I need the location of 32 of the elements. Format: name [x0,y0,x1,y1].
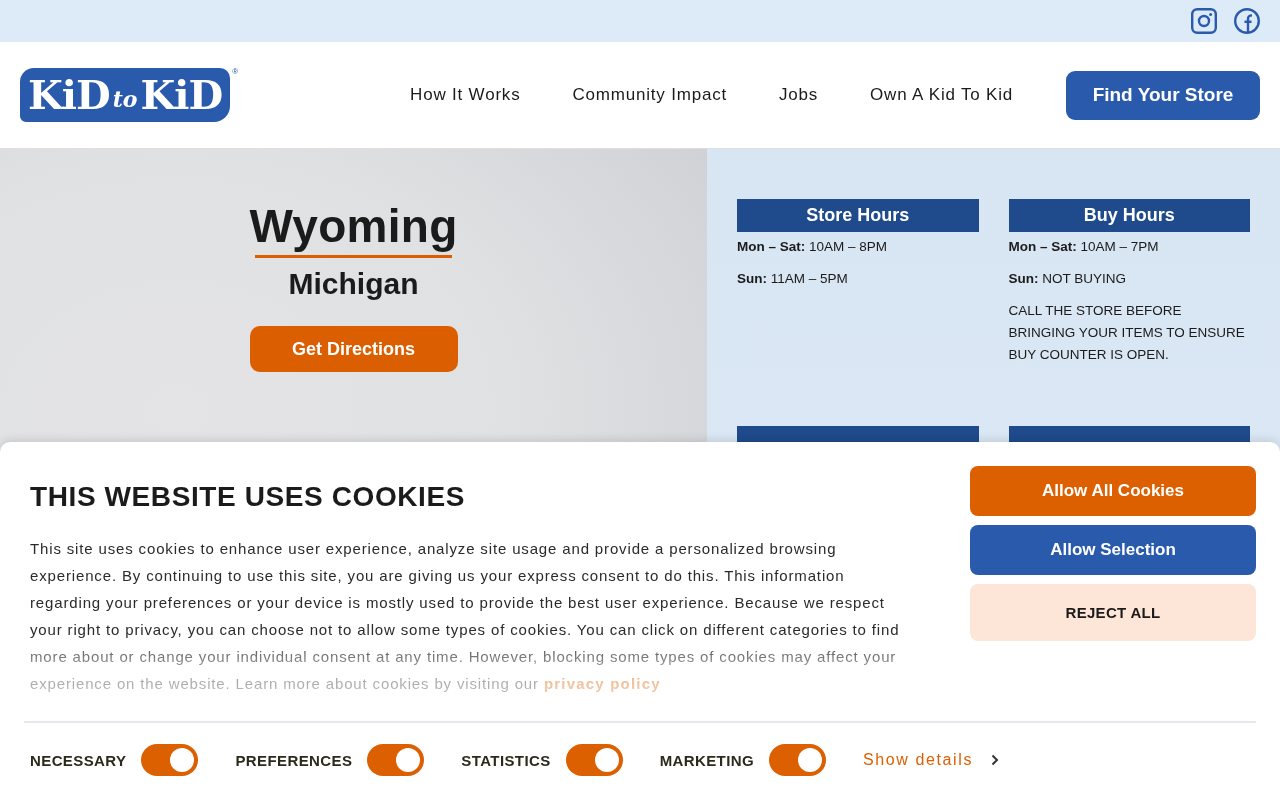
toggle-switch[interactable] [769,744,827,776]
show-details-link[interactable]: Show details [863,751,999,769]
toggle-label: MARKETING [659,751,755,769]
chevron-icon [991,754,999,766]
hours-text: CALL THE STORE BEFORE BRINGING YOUR ITEMS TO ENSURE BUY COUNTER IS OPEN. [1008,302,1246,364]
instagram-icon[interactable] [1191,8,1217,34]
nav-link[interactable]: Community Impact [572,85,727,105]
hours-text: Mon – Sat: 10AM – 7PM [1008,238,1160,256]
hours-text: Sun: 11AM – 5PM [737,270,849,288]
card-heading: Buy Hours [1008,199,1250,232]
toggle-label: STATISTICS [461,751,551,769]
find-store-button[interactable]: Find Your Store [1066,70,1260,120]
nav-link[interactable]: Own A Kid To Kid [870,85,1013,105]
allow-all-button[interactable]: Allow All Cookies [970,466,1256,516]
toggle-label: PREFERENCES [235,751,353,769]
hours-text: Sun: NOT BUYING [1008,270,1127,288]
cookie-title: THIS WEBSITE USES COOKIES [30,480,467,514]
nav-link[interactable]: How It Works [410,85,521,105]
facebook-icon[interactable] [1234,8,1260,34]
nav-link[interactable]: Jobs [779,85,819,105]
cookie-description: This site uses cookies to enhance user experience, analyze site usage and provide a personalized browsing experience. By continuing to use this site, you are giving us your express consent to do this. This information regarding your preferences or your device is mostly used to provide the best user experience. Because we respect your right to privacy, you can choose not to allow some types of cookies. You can click on different categories to find more about or change your individual consent at any time. However, blocking some types of cookies may affect your experience on the website. Learn more about cookies by visiting our privacy policy [30,539,901,694]
state-subtitle: Michigan [288,266,419,302]
directions-button[interactable]: Get Directions [249,326,458,372]
hours-text: Mon – Sat: 10AM – 8PM [737,238,889,256]
city-title: Wyoming [249,199,458,253]
card-heading: Store Hours [737,199,979,232]
toggle-switch[interactable] [565,744,623,776]
toggle-label: NECESSARY [30,751,127,769]
toggle-switch[interactable] [367,744,425,776]
allow-selection-button[interactable]: Allow Selection [970,525,1256,575]
toggle-switch[interactable] [141,744,199,776]
reject-all-button[interactable]: REJECT ALL [970,584,1256,641]
